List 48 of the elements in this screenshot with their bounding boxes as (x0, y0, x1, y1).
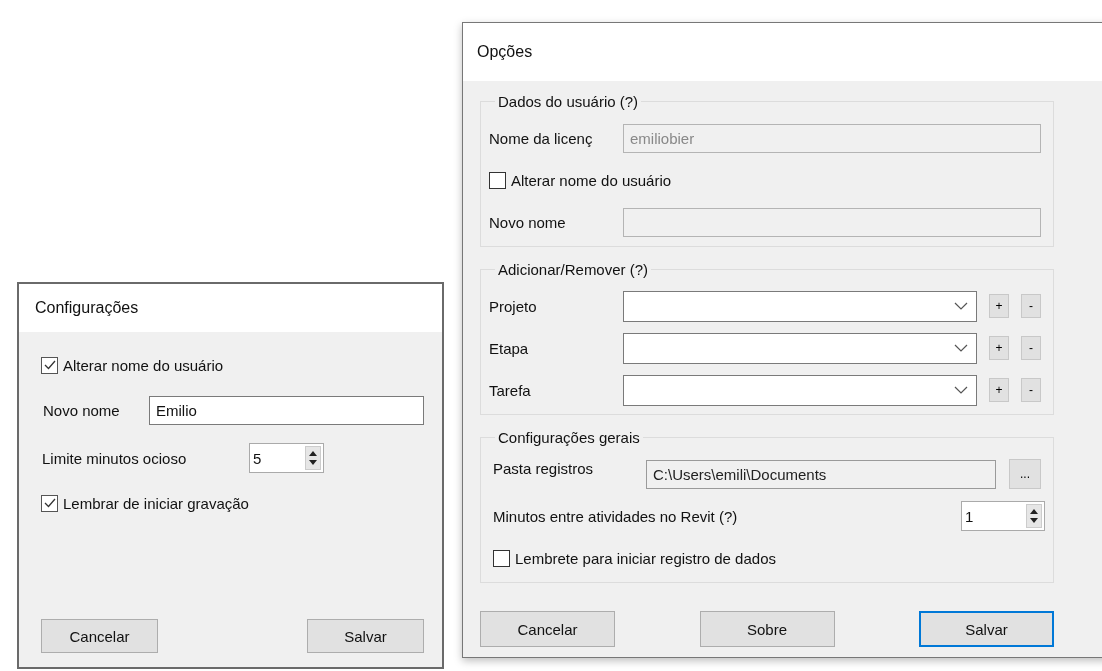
add-button[interactable]: + (989, 336, 1009, 360)
checkbox[interactable] (41, 494, 58, 512)
add-button[interactable]: + (989, 378, 1009, 402)
field-label: Etapa (489, 339, 530, 357)
path-field[interactable]: C:\Users\emili\Documents (646, 459, 996, 489)
field-label: Novo nome (489, 213, 567, 231)
add-button[interactable]: + (989, 294, 1009, 318)
dialog-button[interactable]: Sobre (699, 611, 835, 647)
checkbox[interactable] (41, 356, 58, 374)
checkbox[interactable] (489, 171, 506, 189)
remove-button[interactable]: - (1021, 336, 1041, 360)
dialog-button[interactable]: Salvar (919, 611, 1054, 647)
remove-button[interactable]: - (1021, 378, 1041, 402)
checkbox-label: Alterar nome do usuário (511, 171, 672, 189)
browse-button[interactable]: ... (1009, 459, 1041, 489)
field-label: Projeto (489, 297, 538, 315)
chevron-down-icon (954, 344, 968, 352)
field-label: Minutos entre atividades no Revit (?) (492, 507, 739, 525)
dropdown[interactable] (623, 290, 977, 322)
spin-arrows-icon (1026, 504, 1042, 528)
field-label: Novo nome (42, 401, 121, 419)
number-spinner[interactable]: 5 (249, 443, 324, 473)
field-label: Pasta registros (492, 459, 595, 477)
checkbox[interactable] (493, 549, 510, 567)
checkbox-label: Lembrar de iniciar gravação (63, 494, 249, 512)
dropdown[interactable] (623, 374, 977, 406)
remove-button[interactable]: - (1021, 294, 1041, 318)
spin-arrows-icon (305, 446, 321, 470)
dialog-button[interactable]: Cancelar (480, 611, 615, 647)
field-label: Tarefa (489, 381, 532, 399)
check-icon (43, 498, 56, 508)
group-title: Configurações gerais (497, 429, 641, 446)
chevron-down-icon (954, 386, 968, 394)
window-title: Configurações (35, 299, 139, 317)
field-label: Nome da licenç (489, 129, 594, 147)
number-spinner[interactable]: 1 (961, 501, 1045, 531)
group-title: Dados do usuário (?) (497, 93, 640, 110)
checkbox-label: Lembrete para iniciar registro de dados (515, 549, 776, 567)
field-label: Limite minutos ocioso (41, 449, 188, 467)
text-field[interactable]: Emilio (149, 395, 424, 425)
dialog-button[interactable]: Cancelar (41, 619, 158, 653)
window-title: Opções (477, 43, 533, 61)
checkbox-label: Alterar nome do usuário (63, 356, 224, 374)
group-title: Adicionar/Remover (?) (497, 261, 650, 278)
chevron-down-icon (954, 302, 968, 310)
dropdown[interactable] (623, 332, 977, 364)
dialog-button[interactable]: Salvar (307, 619, 424, 653)
check-icon (43, 360, 56, 370)
